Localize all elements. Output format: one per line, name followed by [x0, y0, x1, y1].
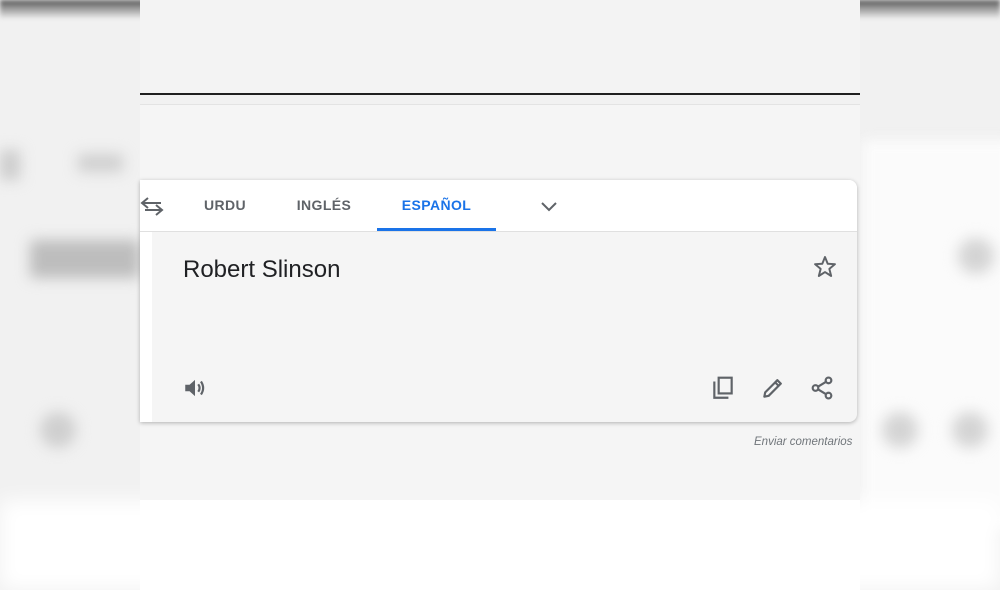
- share-icon[interactable]: [809, 375, 835, 401]
- blurred-background-label: [78, 154, 123, 172]
- blurred-right-panel: [862, 140, 1000, 530]
- translation-result-text: Robert Slinson: [183, 256, 341, 283]
- blurred-background-text: [30, 240, 140, 278]
- card-left-edge: [140, 232, 152, 422]
- copy-icon[interactable]: [710, 375, 736, 401]
- language-tab-bar: URDU INGLÉS ESPAÑOL: [140, 180, 857, 232]
- pencil-icon[interactable]: [760, 375, 786, 401]
- header-divider: [140, 93, 860, 95]
- speaker-icon[interactable]: [182, 375, 208, 401]
- blurred-background-icon: [0, 150, 20, 180]
- blurred-background-circle: [40, 412, 76, 448]
- blurred-right-circle: [882, 412, 918, 448]
- blurred-right-circle: [952, 412, 988, 448]
- header-area: [140, 0, 860, 93]
- focused-frame: URDU INGLÉS ESPAÑOL Robert Slinson Envia…: [140, 0, 860, 590]
- swap-languages-icon[interactable]: [140, 194, 166, 218]
- star-icon[interactable]: [812, 254, 838, 280]
- translation-card: URDU INGLÉS ESPAÑOL Robert Slinson: [140, 180, 857, 422]
- send-feedback-link[interactable]: Enviar comentarios: [754, 436, 852, 448]
- blurred-right-circle: [958, 238, 994, 274]
- footer-area: [140, 500, 860, 590]
- tab-espanol[interactable]: ESPAÑOL: [377, 180, 496, 231]
- tab-ingles[interactable]: INGLÉS: [288, 180, 360, 231]
- chevron-down-icon[interactable]: [538, 195, 560, 217]
- tab-urdu[interactable]: URDU: [196, 180, 254, 231]
